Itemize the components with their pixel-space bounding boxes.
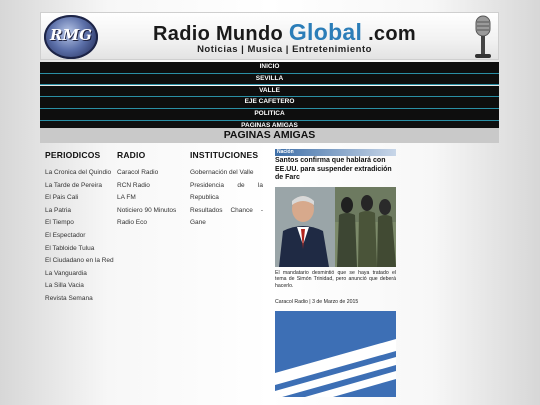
news-source: Caracol Radio | 3 de Marzo de 2015 <box>275 298 359 305</box>
nav-item-eje-cafetero[interactable]: EJE CAFETERO <box>40 97 499 109</box>
link-la-patria[interactable]: La Patria <box>45 205 117 218</box>
nav-item-politica[interactable]: POLITICA <box>40 109 499 121</box>
link-la-tarde-de-pereira[interactable]: La Tarde de Pereira <box>45 180 117 193</box>
site-tagline: Noticias | Musica | Entretenimiento <box>197 44 372 55</box>
link-resultados-chance-gane[interactable]: Resultados Chance - Gane <box>190 205 263 230</box>
radio-heading: RADIO <box>117 150 146 160</box>
link-el-ciudadano-en-la-red[interactable]: El Ciudadano en la Red <box>45 255 117 268</box>
secondary-news-image[interactable] <box>275 310 396 397</box>
news-photo[interactable] <box>275 186 396 267</box>
link-el-tabloide-tulua[interactable]: El Tabloide Tulua <box>45 243 117 256</box>
logo-text: RMG <box>50 26 92 44</box>
site-title-highlight: Global <box>288 19 363 45</box>
site-title-prefix: Radio Mundo <box>153 23 289 45</box>
link-gobernacion-del-valle[interactable]: Gobernación del Valle <box>190 167 263 180</box>
news-widget: Nación Santos confirma que hablará con E… <box>275 149 396 397</box>
nav-item-sevilla[interactable]: SEVILLA <box>40 73 499 86</box>
link-el-pais-cali[interactable]: El Pais Cali <box>45 192 117 205</box>
nav-item-inicio[interactable]: INICIO <box>40 62 499 74</box>
link-caracol-radio[interactable]: Caracol Radio <box>117 167 189 180</box>
periodicos-column: PERIODICOS La Cronica del Quindio La Tar… <box>45 150 117 306</box>
link-la-cronica-del-quindio[interactable]: La Cronica del Quindio <box>45 167 117 180</box>
link-revista-semana[interactable]: Revista Semana <box>45 293 117 306</box>
main-nav: INICIO SEVILLA VALLE EJE CAFETERO POLITI… <box>40 62 499 133</box>
link-rcn-radio[interactable]: RCN Radio <box>117 180 189 193</box>
instituciones-heading: INSTITUCIONES <box>190 150 259 160</box>
site-title-suffix: .com <box>362 23 416 45</box>
link-el-tiempo[interactable]: El Tiempo <box>45 217 117 230</box>
link-radio-eco[interactable]: Radio Eco <box>117 217 189 230</box>
instituciones-column: INSTITUCIONES Gobernación del Valle Pres… <box>190 150 263 230</box>
link-el-espectador[interactable]: El Espectador <box>45 230 117 243</box>
news-summary: El mandatario desmintió que se haya trat… <box>275 269 396 289</box>
link-la-silla-vacia[interactable]: La Silla Vacia <box>45 280 117 293</box>
news-headline[interactable]: Santos confirma que hablará con EE.UU. p… <box>275 157 396 183</box>
link-noticiero-90-minutos[interactable]: Noticiero 90 Minutos <box>117 205 189 218</box>
section-title: PAGINAS AMIGAS <box>40 128 499 143</box>
link-presidencia-de-la-republica[interactable]: Presidencia de la Republica <box>190 180 263 205</box>
periodicos-heading: PERIODICOS <box>45 150 101 160</box>
page-container: RMG Radio Mundo Global .com Noticias | M… <box>40 12 499 405</box>
microphone-icon <box>475 15 491 58</box>
link-la-vanguardia[interactable]: La Vanguardia <box>45 268 117 281</box>
news-category-tag: Nación <box>275 149 396 156</box>
site-header: RMG Radio Mundo Global .com Noticias | M… <box>40 12 499 60</box>
radio-logo[interactable]: RMG <box>44 15 98 59</box>
link-la-fm[interactable]: LA FM <box>117 192 189 205</box>
site-title: Radio Mundo Global .com <box>101 19 468 46</box>
radio-column: RADIO Caracol Radio RCN Radio LA FM Noti… <box>117 150 189 230</box>
nav-item-valle[interactable]: VALLE <box>40 85 499 98</box>
